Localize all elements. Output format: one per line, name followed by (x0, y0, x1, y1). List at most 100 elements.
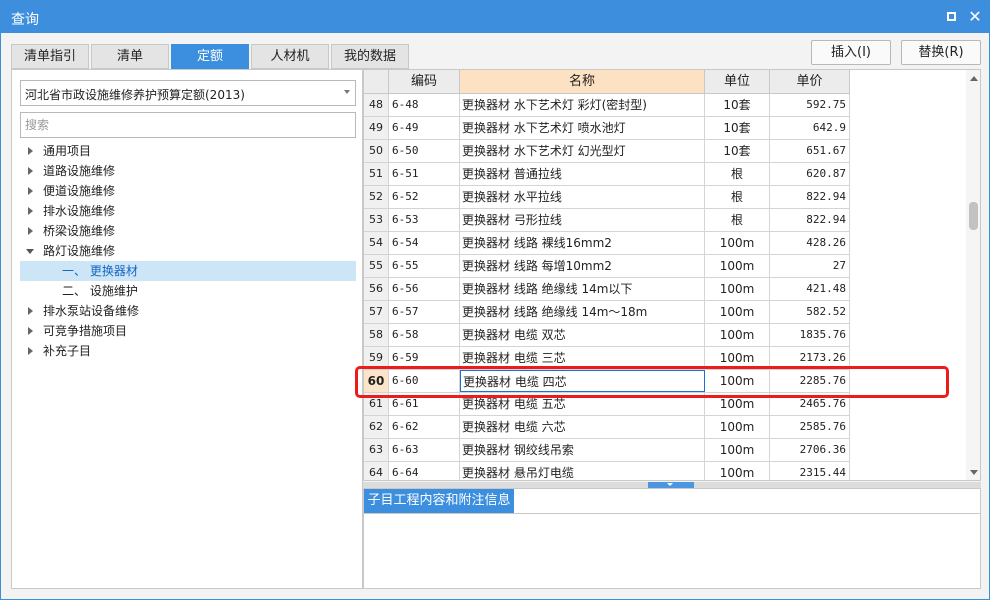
tab-quota[interactable]: 定额 (171, 44, 249, 69)
tab-item-info[interactable]: 子目工程内容和附注信息 (364, 489, 514, 513)
tree-item-drainage[interactable]: 排水设施维修 (20, 201, 356, 221)
row-number[interactable]: 55 (364, 255, 389, 277)
cell-name[interactable]: 更换器材 线路 绝缘线 14m～18m (460, 301, 705, 323)
row-number[interactable]: 52 (364, 186, 389, 208)
cell-unit[interactable]: 100m (705, 416, 770, 438)
header-name[interactable]: 名称 (460, 70, 705, 94)
cell-unit[interactable]: 根 (705, 209, 770, 231)
cell-code[interactable]: 6-53 (389, 209, 460, 231)
cell-price[interactable]: 2585.76 (770, 416, 850, 438)
tab-bill[interactable]: 清单 (91, 44, 169, 69)
row-number[interactable]: 58 (364, 324, 389, 346)
tree-item-competitive[interactable]: 可竞争措施项目 (20, 321, 356, 341)
chevron-right-icon[interactable] (28, 307, 33, 315)
cell-price[interactable]: 822.94 (770, 186, 850, 208)
chevron-right-icon[interactable] (28, 347, 33, 355)
cell-price[interactable]: 582.52 (770, 301, 850, 323)
cell-price[interactable]: 2706.36 (770, 439, 850, 461)
cell-unit[interactable]: 10套 (705, 140, 770, 162)
cell-name[interactable]: 更换器材 水下艺术灯 幻光型灯 (460, 140, 705, 162)
table-row[interactable]: 49 6-49 更换器材 水下艺术灯 喷水池灯 10套 642.9 (364, 117, 850, 140)
tab-bill-guide[interactable]: 清单指引 (11, 44, 89, 69)
cell-unit[interactable]: 100m (705, 324, 770, 346)
cell-code[interactable]: 6-57 (389, 301, 460, 323)
cell-code[interactable]: 6-48 (389, 94, 460, 116)
chevron-right-icon[interactable] (28, 187, 33, 195)
chevron-right-icon[interactable] (28, 227, 33, 235)
insert-button[interactable]: 插入(I) (811, 40, 891, 65)
cell-unit[interactable]: 10套 (705, 94, 770, 116)
cell-price[interactable]: 642.9 (770, 117, 850, 139)
tree-item-sidewalk[interactable]: 便道设施维修 (20, 181, 356, 201)
cell-code[interactable]: 6-49 (389, 117, 460, 139)
title-bar[interactable]: 查询 ✕ (1, 1, 989, 33)
row-number[interactable]: 54 (364, 232, 389, 254)
table-row[interactable]: 54 6-54 更换器材 线路 裸线16mm2 100m 428.26 (364, 232, 850, 255)
cell-name[interactable]: 更换器材 悬吊灯电缆 (460, 462, 705, 480)
cell-code[interactable]: 6-56 (389, 278, 460, 300)
cell-name[interactable]: 更换器材 电缆 六芯 (460, 416, 705, 438)
cell-code[interactable]: 6-64 (389, 462, 460, 480)
table-row[interactable]: 52 6-52 更换器材 水平拉线根 822.94 (364, 186, 850, 209)
tab-labor-material[interactable]: 人材机 (251, 44, 329, 69)
row-number[interactable]: 64 (364, 462, 389, 480)
tab-my-data[interactable]: 我的数据 (331, 44, 409, 69)
cell-price[interactable]: 822.94 (770, 209, 850, 231)
cell-name[interactable]: 更换器材 水下艺术灯 彩灯(密封型) (460, 94, 705, 116)
header-unit[interactable]: 单位 (705, 70, 770, 94)
cell-unit[interactable]: 100m (705, 301, 770, 323)
header-code[interactable]: 编码 (389, 70, 460, 94)
cell-name[interactable]: 更换器材 线路 裸线16mm2 (460, 232, 705, 254)
cell-name[interactable]: 更换器材 线路 绝缘线 14m以下 (460, 278, 705, 300)
chevron-right-icon[interactable] (28, 207, 33, 215)
cell-code[interactable]: 6-51 (389, 163, 460, 185)
cell-name[interactable]: 更换器材 普通拉线 (460, 163, 705, 185)
cell-code[interactable]: 6-58 (389, 324, 460, 346)
replace-button[interactable]: 替换(R) (901, 40, 981, 65)
cell-code[interactable]: 6-63 (389, 439, 460, 461)
chevron-right-icon[interactable] (28, 327, 33, 335)
tree-item-supplement[interactable]: 补充子目 (20, 341, 356, 361)
cell-price[interactable]: 620.87 (770, 163, 850, 185)
cell-price[interactable]: 27 (770, 255, 850, 277)
row-number[interactable]: 63 (364, 439, 389, 461)
table-row[interactable]: 48 6-48 更换器材 水下艺术灯 彩灯(密封型) 10套 592.75 (364, 94, 850, 117)
row-number[interactable]: 48 (364, 94, 389, 116)
cell-code[interactable]: 6-50 (389, 140, 460, 162)
table-row[interactable]: 63 6-63 更换器材 钢绞线吊索 100m 2706.36 (364, 439, 850, 462)
table-row[interactable]: 57 6-57 更换器材 线路 绝缘线 14m～18m 100m 582.52 (364, 301, 850, 324)
cell-code[interactable]: 6-54 (389, 232, 460, 254)
cell-unit[interactable]: 100m (705, 462, 770, 480)
tree-item-pump-station[interactable]: 排水泵站设备维修 (20, 301, 356, 321)
chevron-right-icon[interactable] (28, 167, 33, 175)
row-number[interactable]: 53 (364, 209, 389, 231)
chevron-down-icon[interactable] (26, 249, 34, 254)
cell-unit[interactable]: 100m (705, 439, 770, 461)
cell-unit[interactable]: 100m (705, 232, 770, 254)
cell-price[interactable]: 592.75 (770, 94, 850, 116)
cell-code[interactable]: 6-52 (389, 186, 460, 208)
cell-unit[interactable]: 10套 (705, 117, 770, 139)
cell-name[interactable]: 更换器材 钢绞线吊索 (460, 439, 705, 461)
scroll-up-icon[interactable] (970, 76, 978, 81)
cell-unit[interactable]: 根 (705, 186, 770, 208)
cell-name[interactable]: 更换器材 水下艺术灯 喷水池灯 (460, 117, 705, 139)
cell-name[interactable]: 更换器材 水平拉线 (460, 186, 705, 208)
cell-unit[interactable]: 100m (705, 255, 770, 277)
cell-price[interactable]: 2315.44 (770, 462, 850, 480)
tree-item-streetlight[interactable]: 路灯设施维修 (20, 241, 356, 261)
tree-item-road[interactable]: 道路设施维修 (20, 161, 356, 181)
row-number[interactable]: 49 (364, 117, 389, 139)
table-row[interactable]: 50 6-50 更换器材 水下艺术灯 幻光型灯 10套 651.67 (364, 140, 850, 163)
row-number[interactable]: 62 (364, 416, 389, 438)
cell-name[interactable]: 更换器材 电缆 双芯 (460, 324, 705, 346)
table-row[interactable]: 55 6-55 更换器材 线路 每增10mm2 100m 27 (364, 255, 850, 278)
close-icon[interactable]: ✕ (965, 7, 985, 27)
row-number[interactable]: 51 (364, 163, 389, 185)
scroll-thumb[interactable] (969, 202, 978, 230)
row-number[interactable]: 57 (364, 301, 389, 323)
cell-price[interactable]: 421.48 (770, 278, 850, 300)
cell-price[interactable]: 1835.76 (770, 324, 850, 346)
chevron-right-icon[interactable] (28, 147, 33, 155)
table-row[interactable]: 58 6-58 更换器材 电缆 双芯 100m 1835.76 (364, 324, 850, 347)
